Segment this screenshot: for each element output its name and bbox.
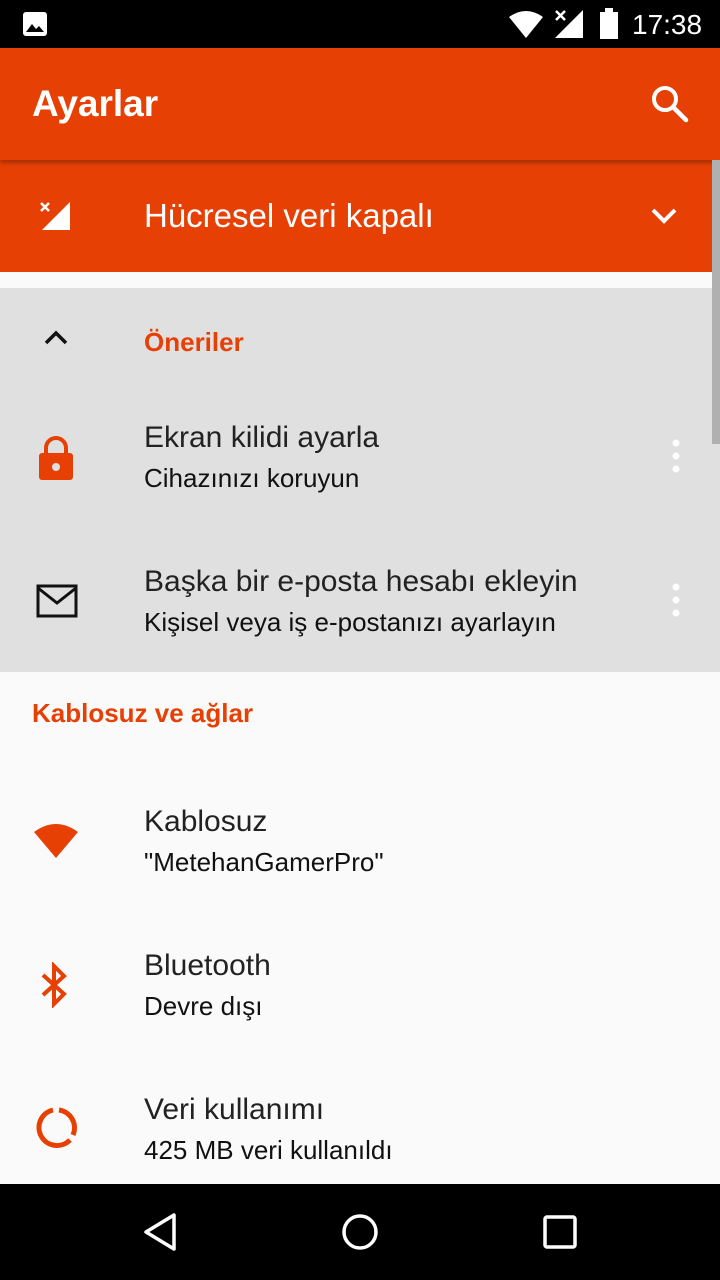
suggestion-subtitle: Kişisel veya iş e-postanızı ayarlayın — [144, 607, 556, 637]
condition-cellular-data-off[interactable]: Hücresel veri kapalı — [0, 160, 720, 272]
bluetooth-icon — [40, 962, 68, 1008]
more-vert-icon[interactable] — [670, 438, 682, 474]
back-icon[interactable] — [142, 1212, 178, 1252]
suggestion-item-add-email[interactable]: Başka bir e-posta hesabı ekleyin Kişisel… — [0, 528, 720, 672]
home-icon[interactable] — [340, 1212, 380, 1252]
section-title-wireless: Kablosuz ve ağlar — [32, 698, 254, 728]
settings-item-subtitle: Devre dışı — [144, 991, 263, 1021]
status-bar: 17:38 — [0, 0, 720, 48]
suggestion-item-screen-lock[interactable]: Ekran kilidi ayarla Cihazınızı koruyun — [0, 384, 720, 528]
settings-item-wifi[interactable]: Kablosuz "MetehanGamerPro" — [0, 768, 720, 912]
gallery-icon — [22, 11, 48, 37]
navigation-bar — [0, 1184, 720, 1280]
wifi-icon — [32, 820, 80, 860]
lock-icon — [36, 436, 76, 480]
app-bar: Ayarlar — [0, 48, 720, 160]
signal-off-icon — [38, 200, 72, 232]
settings-item-data-usage[interactable]: Veri kullanımı 425 MB veri kullanıldı — [0, 1056, 720, 1200]
scrollbar[interactable] — [712, 160, 720, 444]
wifi-icon — [508, 9, 544, 39]
settings-item-title: Kablosuz — [144, 805, 268, 838]
suggestion-title: Başka bir e-posta hesabı ekleyin — [144, 565, 578, 598]
condition-label: Hücresel veri kapalı — [144, 197, 434, 234]
recents-icon[interactable] — [542, 1214, 578, 1250]
suggestions-header: Öneriler — [144, 327, 244, 357]
status-time: 17:38 — [632, 9, 703, 40]
settings-item-subtitle: 425 MB veri kullanıldı — [144, 1135, 393, 1165]
settings-item-title: Bluetooth — [144, 949, 271, 982]
settings-item-title: Veri kullanımı — [144, 1093, 325, 1126]
chevron-up-icon[interactable] — [42, 328, 70, 348]
more-vert-icon[interactable] — [670, 582, 682, 618]
data-usage-icon — [34, 1106, 78, 1150]
settings-item-bluetooth[interactable]: Bluetooth Devre dışı — [0, 912, 720, 1056]
mail-icon — [36, 584, 78, 618]
signal-no-data-icon — [553, 8, 585, 40]
battery-icon — [599, 8, 619, 40]
settings-item-subtitle: "MetehanGamerPro" — [144, 847, 384, 877]
chevron-down-icon[interactable] — [648, 204, 680, 228]
suggestion-subtitle: Cihazınızı koruyun — [144, 463, 360, 493]
search-icon[interactable] — [650, 84, 690, 124]
page-title: Ayarlar — [32, 83, 159, 124]
suggestions-panel: Öneriler Ekran kilidi ayarla Cihazınızı … — [0, 288, 720, 672]
suggestion-title: Ekran kilidi ayarla — [144, 421, 380, 454]
